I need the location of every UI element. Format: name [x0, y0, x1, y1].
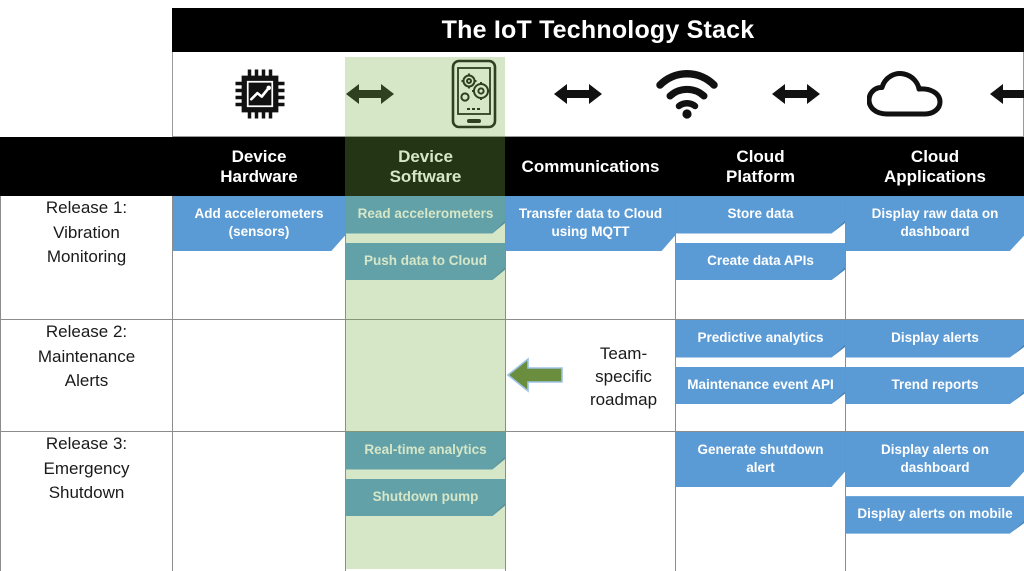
- arrow-cell-hw-sw: [346, 81, 394, 107]
- row-label-line-1: Release 3:: [45, 434, 128, 453]
- row-label-line-1: Release 1:: [45, 198, 128, 217]
- cell-r1-cloud-applications: Display raw data on dashboard: [845, 195, 1024, 320]
- roadmap-line-1: Team-: [599, 344, 648, 364]
- task-card[interactable]: Generate shutdown alert: [676, 432, 845, 488]
- row-label-line-2: Maintenance: [37, 346, 136, 366]
- task-card[interactable]: Predictive analytics: [676, 320, 845, 358]
- task-card[interactable]: Display alerts: [846, 320, 1024, 358]
- table-row-release-3: Release 3: Emergency Shutdown Real-time …: [0, 431, 1024, 571]
- table-header-row: Device Hardware Device Software Communic…: [0, 137, 1024, 196]
- header-device-hardware: Device Hardware: [172, 137, 346, 196]
- arrow-cell-com-plat: [772, 81, 820, 107]
- header-corner-empty: [0, 137, 173, 196]
- task-card[interactable]: Shutdown pump: [346, 478, 505, 517]
- task-card[interactable]: Read accelerometers: [346, 196, 505, 234]
- cell-r3-device-software: Real-time analytics Shutdown pump: [345, 431, 506, 571]
- table-row-release-2: Release 2: Maintenance Alerts Team- spec…: [0, 319, 1024, 433]
- cell-r2-cloud-applications: Display alerts Trend reports: [845, 319, 1024, 432]
- row-label-line-3: Shutdown: [48, 483, 125, 503]
- diagram-title: The IoT Technology Stack: [172, 8, 1024, 52]
- row-label-line-1: Release 2:: [45, 322, 128, 341]
- header-line-2: Platform: [726, 166, 795, 186]
- roadmap-line-2: specific: [595, 367, 652, 387]
- task-card[interactable]: Maintenance event API: [676, 366, 845, 405]
- task-card[interactable]: Add accelerometers (sensors): [173, 196, 345, 252]
- header-line-2: Software: [389, 166, 462, 186]
- task-card[interactable]: Store data: [676, 196, 845, 234]
- header-cloud-applications: Cloud Applications: [845, 137, 1024, 196]
- microchip-sensor-icon: [235, 69, 284, 119]
- cell-r1-communications: Transfer data to Cloud using MQTT: [505, 195, 676, 320]
- row-label-line-3: Alerts: [64, 371, 109, 391]
- header-line-1: Cloud: [736, 146, 785, 166]
- icon-cell-device-software: [394, 52, 554, 136]
- technology-icon-strip: [172, 52, 1024, 137]
- cell-r2-cloud-platform: Predictive analytics Maintenance event A…: [675, 319, 846, 432]
- cloud-icon: [867, 71, 943, 117]
- left-arrow-icon: [506, 355, 564, 400]
- task-card[interactable]: Real-time analytics: [346, 432, 505, 470]
- roadmap-text: Team- specific roadmap: [572, 343, 675, 412]
- header-line-2: Hardware: [220, 166, 298, 186]
- cell-r1-device-hardware: Add accelerometers (sensors): [172, 195, 346, 320]
- table-row-release-1: Release 1: Vibration Monitoring Add acce…: [0, 195, 1024, 320]
- cell-r1-device-software: Read accelerometers Push data to Cloud: [345, 195, 506, 320]
- header-communications: Communications: [505, 137, 676, 196]
- release-roadmap-table: Device Hardware Device Software Communic…: [0, 137, 1024, 571]
- arrow-cell-plat-app: [990, 81, 1024, 107]
- row-label-release-1: Release 1: Vibration Monitoring: [0, 195, 173, 320]
- header-line-1: Cloud: [910, 146, 960, 166]
- double-arrow-icon: [990, 84, 1024, 104]
- icon-cell-communications: [602, 52, 772, 136]
- row-label-line-2: Vibration: [53, 222, 120, 242]
- iot-technology-stack-diagram: The IoT Technology Stack Device Hardware…: [0, 0, 1024, 571]
- cell-r2-communications: Team- specific roadmap: [505, 319, 676, 433]
- row-label-release-2: Release 2: Maintenance Alerts: [0, 319, 173, 432]
- header-device-software: Device Software: [345, 137, 506, 196]
- double-arrow-icon: [554, 84, 602, 104]
- cell-r3-cloud-platform: Generate shutdown alert: [675, 431, 846, 571]
- header-line-2: Applications: [883, 166, 986, 186]
- header-cloud-platform: Cloud Platform: [675, 137, 846, 196]
- header-line-1: Device: [398, 146, 453, 166]
- smartphone-gears-icon: [451, 59, 497, 129]
- icon-cell-device-hardware: [173, 52, 346, 136]
- roadmap-line-3: roadmap: [589, 389, 658, 409]
- double-arrow-icon: [772, 84, 820, 104]
- cell-r1-cloud-platform: Store data Create data APIs: [675, 195, 846, 320]
- task-card[interactable]: Display raw data on dashboard: [846, 196, 1024, 252]
- header-line-1: Device: [231, 146, 287, 166]
- task-card[interactable]: Display alerts on mobile: [846, 496, 1024, 534]
- cell-r3-device-hardware: [172, 431, 346, 571]
- arrow-cell-sw-com: [554, 81, 602, 107]
- row-label-line-3: Monitoring: [46, 247, 127, 267]
- task-card[interactable]: Trend reports: [846, 366, 1024, 405]
- icon-cell-cloud-platform: [820, 52, 990, 136]
- cell-r2-device-hardware: [172, 319, 346, 432]
- row-label-line-2: Emergency: [43, 458, 130, 478]
- cell-r3-communications: [505, 431, 676, 571]
- row-label-release-3: Release 3: Emergency Shutdown: [0, 431, 173, 571]
- task-card[interactable]: Transfer data to Cloud using MQTT: [506, 196, 675, 252]
- team-specific-roadmap-note: Team- specific roadmap: [506, 320, 675, 433]
- cell-r2-device-software: [345, 319, 506, 432]
- wifi-icon: [656, 69, 718, 119]
- task-card[interactable]: Display alerts on dashboard: [846, 432, 1024, 488]
- double-arrow-icon: [346, 84, 394, 104]
- task-card[interactable]: Push data to Cloud: [346, 242, 505, 281]
- cell-r3-cloud-applications: Display alerts on dashboard Display aler…: [845, 431, 1024, 571]
- task-card[interactable]: Create data APIs: [676, 242, 845, 281]
